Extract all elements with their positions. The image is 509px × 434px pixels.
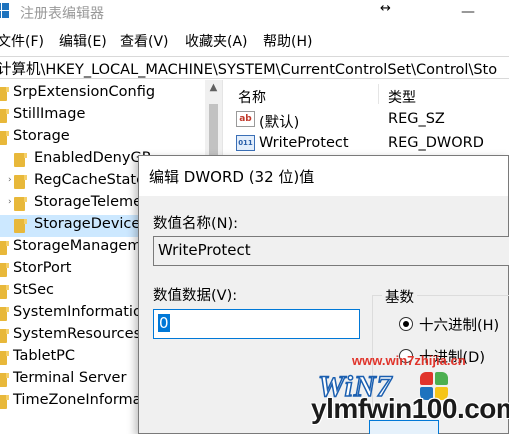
value-name: (默认) xyxy=(259,115,300,131)
column-divider[interactable] xyxy=(378,84,379,104)
value-data-input[interactable]: 0 xyxy=(153,309,360,339)
column-header-type[interactable]: 类型 xyxy=(388,87,416,107)
tree-item-label: StillImage xyxy=(13,106,86,122)
folder-icon xyxy=(0,307,9,321)
value-name-text: WriteProtect xyxy=(158,241,251,259)
scroll-up-arrow-icon[interactable]: ▲ xyxy=(205,82,222,93)
tree-item-label: Terminal Server xyxy=(13,370,127,386)
menu-help[interactable]: 帮助(H) xyxy=(263,31,312,51)
address-bar[interactable]: 计算机\HKEY_LOCAL_MACHINE\SYSTEM\CurrentCon… xyxy=(0,56,509,79)
minimize-button[interactable]: — xyxy=(445,0,491,26)
watermark-site2: ylmfwin100.com xyxy=(311,393,509,424)
menu-file[interactable]: 文件(F) xyxy=(0,31,44,51)
folder-icon xyxy=(0,87,9,101)
folder-icon xyxy=(0,131,9,145)
folder-icon xyxy=(0,351,9,365)
value-name-label: 数值名称(N): xyxy=(153,216,239,232)
value-name-field: WriteProtect xyxy=(153,236,509,266)
tree-item-stillimage[interactable]: StillImage xyxy=(0,105,205,127)
window-title: 注册表编辑器 xyxy=(20,6,104,22)
folder-icon xyxy=(0,395,9,409)
base-label: 基数 xyxy=(382,286,417,307)
tree-item-label: StorPort xyxy=(13,260,72,276)
tree-item-label: SystemResources xyxy=(13,326,142,342)
string-value-icon: ab xyxy=(236,111,255,127)
folder-icon xyxy=(0,329,9,343)
tree-item-label: SrpExtensionConfig xyxy=(13,84,156,100)
menu-edit[interactable]: 编辑(E) xyxy=(59,31,107,51)
folder-icon xyxy=(14,197,27,211)
radio-hex-label[interactable]: 十六进制(H) xyxy=(419,314,499,335)
folder-icon xyxy=(14,219,27,233)
folder-icon xyxy=(14,175,27,189)
tree-item-srpextensionconfig[interactable]: SrpExtensionConfig xyxy=(0,83,205,105)
column-header-name[interactable]: 名称 xyxy=(238,87,266,107)
menu-favorites[interactable]: 收藏夹(A) xyxy=(185,31,248,51)
title-bar: 注册表编辑器 ↔ — ✕ xyxy=(0,0,509,26)
tree-item-label: RegCacheState xyxy=(34,172,146,188)
menu-bar: 文件(F) 编辑(E) 查看(V) 收藏夹(A) 帮助(H) xyxy=(0,31,509,53)
value-name: WriteProtect xyxy=(259,135,349,151)
tree-item-label: TabletPC xyxy=(13,348,76,364)
value-type: REG_SZ xyxy=(388,111,445,127)
folder-icon xyxy=(0,285,9,299)
folder-icon xyxy=(14,153,27,167)
tree-item-storage[interactable]: Storage xyxy=(0,127,205,149)
menu-view[interactable]: 查看(V) xyxy=(120,31,169,51)
tree-item-label: StSec xyxy=(13,282,54,298)
dword-value-icon: 011 xyxy=(236,135,255,151)
value-type: REG_DWORD xyxy=(388,135,484,151)
folder-icon xyxy=(0,373,9,387)
radio-hex-indicator[interactable] xyxy=(399,317,413,331)
chevron-right-icon[interactable]: › xyxy=(8,197,12,207)
address-path[interactable]: 计算机\HKEY_LOCAL_MACHINE\SYSTEM\CurrentCon… xyxy=(0,58,497,79)
folder-icon xyxy=(0,241,9,255)
value-data-label: 数值数据(V): xyxy=(153,288,238,304)
folder-icon xyxy=(0,109,9,123)
folder-icon xyxy=(0,263,9,277)
registry-editor-icon xyxy=(0,3,10,19)
close-button[interactable]: ✕ xyxy=(491,0,509,26)
dialog-title: 编辑 DWORD (32 位)值 xyxy=(149,168,315,186)
resize-cursor-icon: ↔ xyxy=(380,1,391,16)
tree-item-label: EnabledDenyGP xyxy=(34,150,151,166)
chevron-right-icon[interactable]: › xyxy=(8,175,12,185)
tree-item-label: SystemInformation xyxy=(13,304,152,320)
dialog-title-bar[interactable]: 编辑 DWORD (32 位)值 xyxy=(139,156,508,196)
tree-item-label: Storage xyxy=(13,128,70,144)
watermark-site1: www.win7zhijia.cn xyxy=(352,353,466,368)
value-data-text: 0 xyxy=(158,314,170,332)
